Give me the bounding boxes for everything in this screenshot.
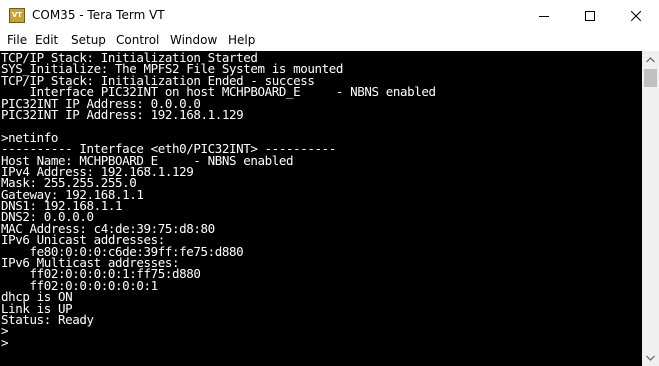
chevron-up-icon <box>646 56 655 62</box>
scroll-up-button[interactable] <box>642 51 659 68</box>
close-button[interactable] <box>613 0 659 31</box>
menu-setup[interactable]: Setup <box>71 33 106 47</box>
menu-help[interactable]: Help <box>228 33 255 47</box>
scrollbar-thumb[interactable] <box>644 69 657 87</box>
chevron-down-icon <box>646 355 655 361</box>
terminal-line: PIC32INT IP Address: 192.168.1.129 <box>1 106 244 122</box>
maximize-button[interactable] <box>567 0 613 31</box>
menu-file[interactable]: File <box>7 33 27 47</box>
maximize-icon <box>585 10 595 21</box>
close-icon <box>631 10 641 21</box>
scroll-down-button[interactable] <box>642 349 659 366</box>
terminal-area[interactable]: TCP/IP Stack: Initialization Started SYS_… <box>0 51 642 366</box>
terminal-line: dhcp is ON <box>1 289 73 305</box>
terminal-line: Link is UP <box>1 300 73 316</box>
terminal-line: ff02:0:0:0:0:0:0:1 <box>1 277 159 293</box>
terminal-line: > <box>1 334 9 350</box>
teraterm-app-icon[interactable]: VT <box>9 8 25 23</box>
minimize-button[interactable] <box>521 0 567 31</box>
menu-bar: File Edit Setup Control Window Help <box>0 31 659 51</box>
terminal-line: > <box>1 323 9 339</box>
terminal-output: TCP/IP Stack: Initialization Started SYS_… <box>1 51 641 350</box>
menu-edit[interactable]: Edit <box>35 33 58 47</box>
vertical-scrollbar[interactable] <box>642 51 659 366</box>
menu-window[interactable]: Window <box>170 33 217 47</box>
title-bar[interactable]: VT COM35 - Tera Term VT <box>0 0 659 31</box>
menu-control[interactable]: Control <box>116 33 159 47</box>
minimize-icon <box>539 15 549 17</box>
window-title: COM35 - Tera Term VT <box>32 8 165 22</box>
terminal-line: Status: Ready <box>1 311 94 327</box>
terminal-line: DNS1: 192.168.1.1 <box>1 198 123 214</box>
